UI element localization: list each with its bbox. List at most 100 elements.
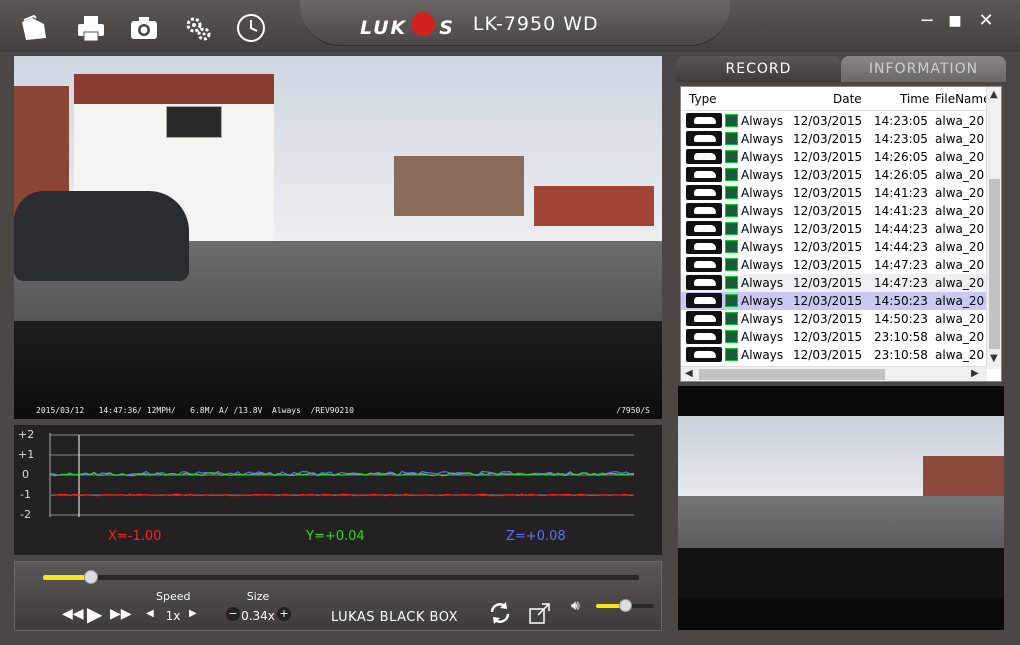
cell-filename: alwa_20 [935,294,985,308]
video-osd-text: 2015/03/12 14:47:36/ 12MPH/ 6.8M/ A/ /13… [36,406,354,415]
waveform-icon [725,330,738,343]
waveform-icon [725,276,738,289]
cell-type: Always [741,132,784,146]
column-time[interactable]: Time [900,92,929,106]
cell-date: 12/03/2015 [793,240,863,254]
waveform-icon [725,294,738,307]
cell-type: Always [741,150,784,164]
video-sign [166,106,222,138]
rear-camera-video[interactable] [678,386,1004,630]
print-icon[interactable] [75,12,107,44]
clock-icon[interactable] [235,12,267,44]
refresh-icon[interactable] [487,600,513,626]
car-icon [686,239,722,254]
table-row[interactable]: Always 12/03/2015 23:10:58 alwa_20 [681,328,987,346]
scroll-up-icon[interactable]: ▲ [990,89,998,100]
cell-date: 12/03/2015 [793,204,863,218]
car-icon [686,221,722,236]
table-row[interactable]: Always 12/03/2015 14:41:23 alwa_20 [681,202,987,220]
volume-icon[interactable]: 🔊︎ [571,598,580,614]
scroll-left-icon[interactable]: ◀ [685,368,693,379]
volume-slider[interactable] [596,599,654,612]
cell-date: 12/03/2015 [793,132,863,146]
cell-time: 23:10:58 [874,330,928,344]
rewind-icon[interactable]: ◀◀ [62,606,84,622]
close-button[interactable]: ✕ [975,10,997,32]
scroll-down-icon[interactable]: ▼ [990,353,998,364]
table-row[interactable]: Always 12/03/2015 14:50:23 alwa_20 [681,310,987,328]
cell-date: 12/03/2015 [793,114,863,128]
speed-decrease-icon[interactable]: ◀ [146,608,154,619]
front-camera-video[interactable]: 2015/03/12 14:47:36/ 12MPH/ 6.8M/ A/ /13… [14,56,662,419]
table-row[interactable]: Always 12/03/2015 14:44:23 alwa_20 [681,220,987,238]
video-osd-model: /7950/S [616,406,650,415]
cell-type: Always [741,240,784,254]
cell-time: 14:50:23 [874,312,928,326]
size-decrease-button[interactable]: − [226,607,240,621]
vertical-scroll-thumb[interactable] [989,179,1000,349]
tab-information[interactable]: INFORMATION [841,56,1006,82]
seek-bar[interactable] [43,570,639,584]
table-row[interactable]: Always 12/03/2015 14:41:23 alwa_20 [681,184,987,202]
column-filename[interactable]: FileName [935,92,990,106]
car-icon [686,167,722,182]
table-row[interactable]: Always 12/03/2015 14:23:05 alwa_20 [681,130,987,148]
cell-filename: alwa_20 [935,222,985,236]
car-icon [686,113,722,128]
y-tick: 0 [22,468,29,481]
rear-video-road [678,496,1004,556]
column-date[interactable]: Date [833,92,862,106]
table-row[interactable]: Always 12/03/2015 14:23:05 alwa_20 [681,112,987,130]
column-type[interactable]: Type [689,92,717,106]
car-icon [686,185,722,200]
fullscreen-icon[interactable] [528,601,552,625]
cell-date: 12/03/2015 [793,186,863,200]
video-car [14,191,189,281]
minimize-button[interactable]: − [916,10,938,32]
tab-record[interactable]: RECORD [676,56,841,82]
seek-handle[interactable] [83,570,98,584]
volume-handle[interactable] [619,599,632,612]
cell-time: 14:41:23 [874,204,928,218]
speed-label: Speed [156,590,191,603]
table-row[interactable]: Always 12/03/2015 14:47:23 alwa_20 [681,256,987,274]
cell-filename: alwa_20 [935,276,985,290]
play-icon[interactable]: ▶ [87,602,102,626]
cell-time: 14:47:23 [874,258,928,272]
cell-date: 12/03/2015 [793,168,863,182]
cell-time: 14:26:05 [874,150,928,164]
table-row[interactable]: Always 12/03/2015 14:26:05 alwa_20 [681,148,987,166]
table-row[interactable]: Always 12/03/2015 14:44:23 alwa_20 [681,238,987,256]
cell-filename: alwa_20 [935,114,985,128]
scroll-right-icon[interactable]: ▶ [971,368,979,379]
speed-increase-icon[interactable]: ▶ [189,608,197,619]
table-row[interactable]: Always 12/03/2015 14:47:23 alwa_20 [681,274,987,292]
settings-gears-icon[interactable] [182,12,214,44]
y-tick: +1 [18,448,35,461]
horizontal-scroll-thumb[interactable] [699,369,885,380]
cell-type: Always [741,348,784,362]
cell-time: 23:10:58 [874,348,928,362]
table-row[interactable]: Always 12/03/2015 14:50:23 alwa_20 [681,292,987,310]
z-axis-value: Z=+0.08 [506,529,566,544]
camera-icon[interactable] [128,12,160,44]
cell-filename: alwa_20 [935,330,985,344]
cell-filename: alwa_20 [935,348,985,362]
waveform-icon [725,258,738,271]
horizontal-scrollbar[interactable]: ◀ ▶ [681,366,987,381]
cell-time: 14:44:23 [874,240,928,254]
gsensor-graph: +2 +1 0 -1 -2 X=-1.00 Y=+0.04 Z=+0.08 [14,425,662,555]
table-row[interactable]: Always 12/03/2015 23:10:58 alwa_20 [681,346,987,364]
open-folder-icon[interactable] [18,12,50,44]
table-row[interactable]: Always 12/03/2015 14:26:05 alwa_20 [681,166,987,184]
list-rows: Always 12/03/2015 14:23:05 alwa_20 Always 12/… [681,112,987,364]
size-increase-button[interactable]: + [277,607,291,621]
fast-forward-icon[interactable]: ▶▶ [110,606,132,622]
maximize-button[interactable]: ■ [944,10,966,32]
cell-filename: alwa_20 [935,186,985,200]
cell-type: Always [741,168,784,182]
waveform-icon [725,168,738,181]
vertical-scrollbar[interactable]: ▲ ▼ [986,87,1001,369]
rear-video-frame [678,416,1004,598]
car-icon [686,149,722,164]
